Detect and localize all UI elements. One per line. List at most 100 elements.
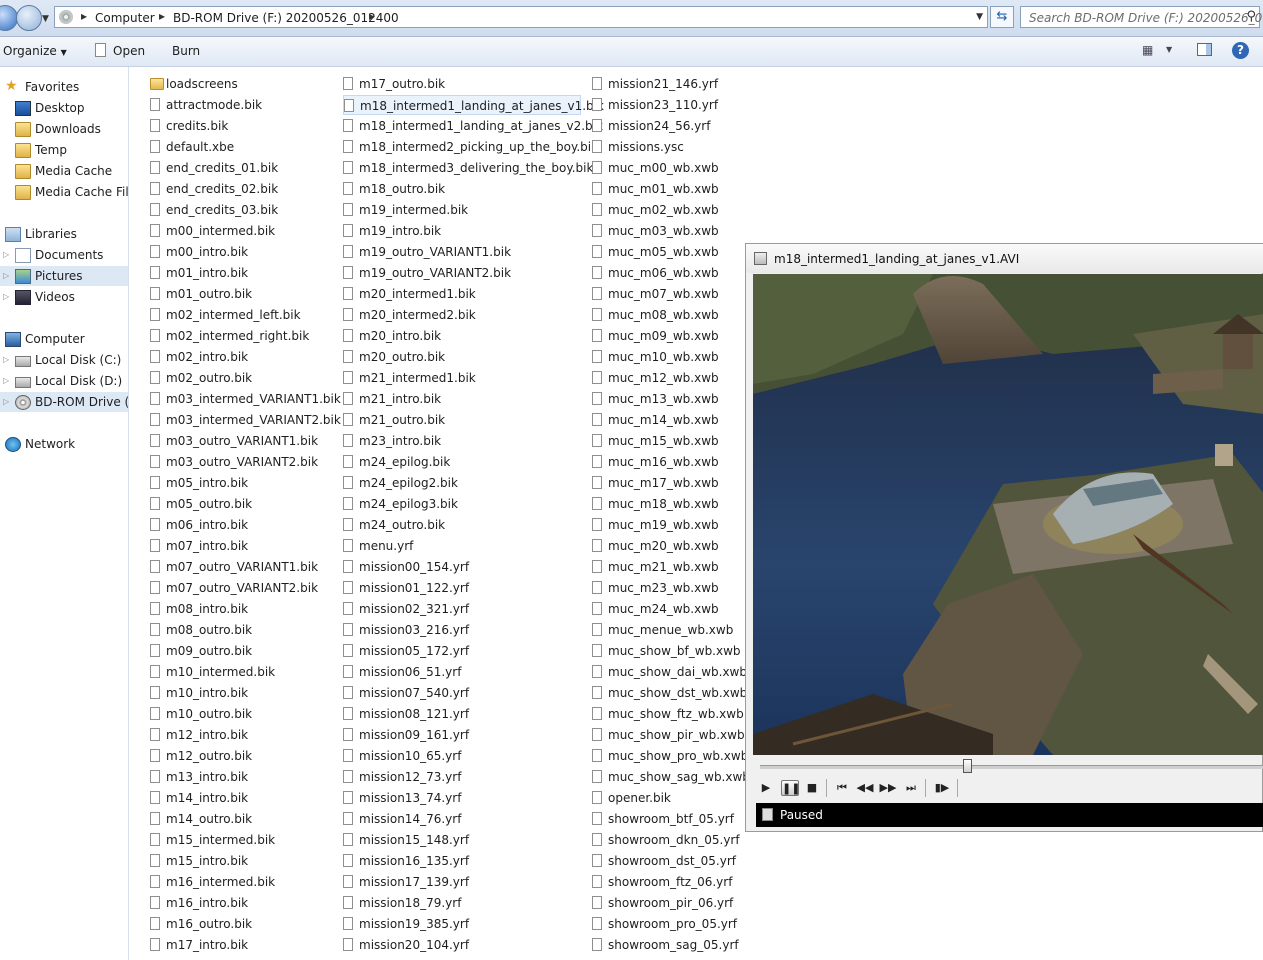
file-item[interactable]: m03_outro_VARIANT2.bik bbox=[150, 452, 335, 472]
file-item[interactable]: muc_m14_wb.xwb bbox=[592, 410, 738, 430]
file-item[interactable]: m19_outro_VARIANT2.bik bbox=[343, 263, 581, 283]
file-item[interactable]: m00_intro.bik bbox=[150, 242, 335, 262]
file-item[interactable]: muc_m07_wb.xwb bbox=[592, 284, 738, 304]
file-item[interactable]: m13_intro.bik bbox=[150, 767, 335, 787]
file-item[interactable]: m02_intermed_right.bik bbox=[150, 326, 335, 346]
file-item[interactable]: m24_epilog.bik bbox=[343, 452, 581, 472]
file-item[interactable]: m18_intermed2_picking_up_the_boy.bik bbox=[343, 137, 598, 157]
file-item[interactable]: mission21_146.yrf bbox=[592, 74, 738, 94]
file-item[interactable]: m19_intermed.bik bbox=[343, 200, 581, 220]
preview-pane-icon[interactable] bbox=[1197, 43, 1212, 56]
video-frame[interactable] bbox=[753, 274, 1263, 755]
file-item[interactable]: mission12_73.yrf bbox=[343, 767, 581, 787]
file-item[interactable]: m03_intermed_VARIANT2.bik bbox=[150, 410, 341, 430]
file-item[interactable]: end_credits_02.bik bbox=[150, 179, 335, 199]
file-item[interactable]: muc_m08_wb.xwb bbox=[592, 305, 738, 325]
file-item[interactable]: mission06_51.yrf bbox=[343, 662, 581, 682]
file-item[interactable]: m01_intro.bik bbox=[150, 263, 335, 283]
file-item[interactable]: muc_show_ftz_wb.xwb bbox=[592, 704, 744, 724]
file-item[interactable]: m18_intermed1_landing_at_janes_v2.bik bbox=[343, 116, 603, 136]
file-item[interactable]: showroom_btf_05.yrf bbox=[592, 809, 738, 829]
file-item[interactable]: mission07_540.yrf bbox=[343, 683, 581, 703]
file-item[interactable]: mission15_148.yrf bbox=[343, 830, 581, 850]
file-item[interactable]: mission14_76.yrf bbox=[343, 809, 581, 829]
file-item[interactable]: m17_outro.bik bbox=[343, 74, 581, 94]
frame-step-button[interactable]: ▮▶ bbox=[933, 780, 951, 796]
file-item[interactable]: muc_m18_wb.xwb bbox=[592, 494, 738, 514]
file-item[interactable]: m01_outro.bik bbox=[150, 284, 335, 304]
file-item[interactable]: m21_outro.bik bbox=[343, 410, 581, 430]
file-item[interactable]: m16_intermed.bik bbox=[150, 872, 335, 892]
file-item[interactable]: m24_epilog2.bik bbox=[343, 473, 581, 493]
burn-button[interactable]: Burn bbox=[172, 44, 200, 58]
file-item[interactable]: m10_intermed.bik bbox=[150, 662, 335, 682]
address-field[interactable]: ▸ Computer ▸ BD-ROM Drive (F:) 20200526_… bbox=[54, 6, 988, 28]
file-item[interactable]: muc_m24_wb.xwb bbox=[592, 599, 738, 619]
previous-button[interactable]: ⏮ bbox=[833, 780, 851, 796]
file-item[interactable]: attractmode.bik bbox=[150, 95, 335, 115]
file-item[interactable]: showroom_sag_05.yrf bbox=[592, 935, 739, 955]
file-item[interactable]: mission20_104.yrf bbox=[343, 935, 581, 955]
file-item[interactable]: m14_outro.bik bbox=[150, 809, 335, 829]
file-item[interactable]: muc_m21_wb.xwb bbox=[592, 557, 738, 577]
file-item[interactable]: muc_m19_wb.xwb bbox=[592, 515, 738, 535]
file-item[interactable]: m19_outro_VARIANT1.bik bbox=[343, 242, 581, 262]
view-options-icon[interactable]: ▦ bbox=[1142, 43, 1153, 57]
file-item[interactable]: end_credits_03.bik bbox=[150, 200, 335, 220]
nav-item-temp[interactable]: Temp bbox=[0, 140, 128, 160]
file-item[interactable]: m15_intro.bik bbox=[150, 851, 335, 871]
expand-arrow-icon[interactable]: ▷ bbox=[3, 397, 9, 406]
nav-item-pictures[interactable]: ▷ Pictures bbox=[0, 266, 128, 286]
rewind-button[interactable]: ◀◀ bbox=[856, 780, 874, 796]
file-item[interactable]: m21_intermed1.bik bbox=[343, 368, 581, 388]
file-item[interactable]: m24_outro.bik bbox=[343, 515, 581, 535]
file-item[interactable]: m02_outro.bik bbox=[150, 368, 335, 388]
file-item[interactable]: m20_intermed1.bik bbox=[343, 284, 581, 304]
file-item[interactable]: mission00_154.yrf bbox=[343, 557, 581, 577]
file-item[interactable]: mission10_65.yrf bbox=[343, 746, 581, 766]
file-item[interactable]: mission16_135.yrf bbox=[343, 851, 581, 871]
file-item[interactable]: muc_m20_wb.xwb bbox=[592, 536, 738, 556]
file-item[interactable]: m23_intro.bik bbox=[343, 431, 581, 451]
file-item[interactable]: m06_intro.bik bbox=[150, 515, 335, 535]
file-item[interactable]: m10_intro.bik bbox=[150, 683, 335, 703]
file-item[interactable]: opener.bik bbox=[592, 788, 738, 808]
refresh-button[interactable]: ⇆ bbox=[990, 6, 1014, 28]
file-item[interactable]: mission02_321.yrf bbox=[343, 599, 581, 619]
pause-button[interactable]: ❚❚ bbox=[781, 780, 800, 796]
file-item[interactable]: muc_m23_wb.xwb bbox=[592, 578, 738, 598]
file-item[interactable]: muc_menue_wb.xwb bbox=[592, 620, 738, 640]
file-item[interactable]: menu.yrf bbox=[343, 536, 581, 556]
breadcrumb-separator-icon[interactable]: ▸ bbox=[159, 9, 165, 23]
file-item[interactable]: missions.ysc bbox=[592, 137, 738, 157]
nav-item-videos[interactable]: ▷ Videos bbox=[0, 287, 128, 307]
file-item[interactable]: end_credits_01.bik bbox=[150, 158, 335, 178]
file-item[interactable]: muc_m01_wb.xwb bbox=[592, 179, 738, 199]
file-item[interactable]: muc_m10_wb.xwb bbox=[592, 347, 738, 367]
file-item[interactable]: mission05_172.yrf bbox=[343, 641, 581, 661]
file-item[interactable]: m02_intermed_left.bik bbox=[150, 305, 335, 325]
file-item[interactable]: m05_intro.bik bbox=[150, 473, 335, 493]
file-item[interactable]: muc_m02_wb.xwb bbox=[592, 200, 738, 220]
recent-pages-dropdown-icon[interactable]: ▼ bbox=[42, 14, 49, 24]
file-item[interactable]: m18_intermed3_delivering_the_boy.bik bbox=[343, 158, 593, 178]
file-item[interactable]: m16_outro.bik bbox=[150, 914, 335, 934]
file-item[interactable]: m18_outro.bik bbox=[343, 179, 581, 199]
file-item[interactable]: showroom_ftz_06.yrf bbox=[592, 872, 738, 892]
file-item[interactable]: mission03_216.yrf bbox=[343, 620, 581, 640]
file-item[interactable]: m03_intermed_VARIANT1.bik bbox=[150, 389, 341, 409]
file-item[interactable]: m15_intermed.bik bbox=[150, 830, 335, 850]
nav-item-local-disk-d[interactable]: ▷ Local Disk (D:) bbox=[0, 371, 128, 391]
file-item[interactable]: mission09_161.yrf bbox=[343, 725, 581, 745]
file-item[interactable]: m08_intro.bik bbox=[150, 599, 335, 619]
file-item[interactable]: muc_m16_wb.xwb bbox=[592, 452, 738, 472]
help-icon[interactable]: ? bbox=[1232, 42, 1249, 59]
expand-arrow-icon[interactable]: ▷ bbox=[3, 250, 9, 259]
file-item[interactable]: mission19_385.yrf bbox=[343, 914, 581, 934]
file-item[interactable]: m10_outro.bik bbox=[150, 704, 335, 724]
file-item[interactable]: mission23_110.yrf bbox=[592, 95, 738, 115]
nav-item-desktop[interactable]: Desktop bbox=[0, 98, 128, 118]
forward-button[interactable] bbox=[16, 5, 42, 31]
nav-item-media-cache[interactable]: Media Cache bbox=[0, 161, 128, 181]
stop-button[interactable]: ■ bbox=[803, 780, 821, 796]
